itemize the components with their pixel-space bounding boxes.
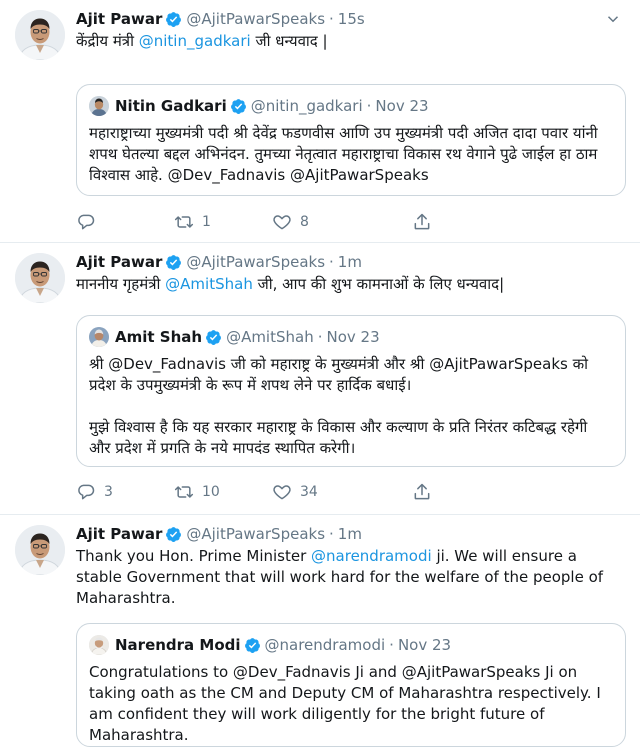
quoted-avatar [89,635,109,655]
separator-dot: · [329,525,334,543]
avatar[interactable] [15,253,65,303]
share-button[interactable] [412,212,442,232]
tweet-item[interactable]: Ajit Pawar @AjitPawarSpeaks · 1m Thank y… [0,515,640,752]
like-button[interactable]: 34 [272,482,370,502]
verified-badge-icon [165,11,182,28]
quoted-paragraph: श्री @Dev_Fadnavis जी को महाराष्ट्र के म… [89,355,589,394]
tweet-header: Ajit Pawar @AjitPawarSpeaks · 1m [76,523,626,545]
quoted-tweet[interactable]: Narendra Modi @narendramodi · Nov 23 Con… [76,623,626,747]
like-button[interactable]: 8 [272,212,370,232]
quoted-avatar [89,96,109,116]
heart-icon [272,212,292,232]
like-count: 8 [300,214,309,230]
tweet-text-part: माननीय गृहमंत्री [76,275,166,293]
quoted-author-name: Nitin Gadkari [115,97,227,115]
quoted-author-name: Narendra Modi [115,636,241,654]
mention-link[interactable]: @AmitShah [165,275,253,293]
separator-dot: · [389,636,394,654]
verified-badge-icon [244,637,261,654]
tweet-body: Ajit Pawar @AjitPawarSpeaks · 15s केंद्र… [76,8,626,52]
quoted-paragraph: मुझे विश्वास है कि यह सरकार महाराष्ट्र क… [89,418,588,457]
quoted-avatar [89,327,109,347]
quoted-date: Nov 23 [375,97,429,115]
reply-count: 3 [104,484,113,500]
quoted-tweet-header: Narendra Modi @narendramodi · Nov 23 [89,634,613,656]
author-handle[interactable]: @AjitPawarSpeaks [186,253,325,271]
quoted-tweet-header: Amit Shah @AmitShah · Nov 23 [89,326,613,348]
author-name[interactable]: Ajit Pawar [76,253,162,271]
reply-button[interactable]: 3 [76,482,174,502]
share-icon [412,482,432,502]
tweet-timestamp[interactable]: 1m [338,253,362,271]
quoted-paragraph: Congratulations to @Dev_Fadnavis Ji and … [89,663,601,744]
quoted-date: Nov 23 [326,328,380,346]
quoted-paragraph: महाराष्ट्राच्या मुख्यमंत्री पदी श्री देव… [89,124,598,184]
tweet-actions: 1 8 [76,210,546,234]
retweet-icon [174,212,194,232]
reply-icon [76,482,96,502]
tweet-timestamp[interactable]: 1m [338,525,362,543]
chevron-down-icon[interactable] [604,10,622,28]
tweet-text-part: Thank you Hon. Prime Minister [76,547,312,565]
quoted-author-handle: @nitin_gadkari [250,97,363,115]
quoted-author-handle: @narendramodi [264,636,386,654]
quoted-tweet-text: श्री @Dev_Fadnavis जी को महाराष्ट्र के म… [89,354,613,459]
tweet-text: Thank you Hon. Prime Minister @narendram… [76,546,626,609]
tweet-timestamp[interactable]: 15s [338,10,365,28]
tweet-item[interactable]: Ajit Pawar @AjitPawarSpeaks · 1m माननीय … [0,243,640,515]
author-handle[interactable]: @AjitPawarSpeaks [186,10,325,28]
tweet-text-part: केंद्रीय मंत्री [76,32,139,50]
author-name[interactable]: Ajit Pawar [76,525,162,543]
mention-link[interactable]: @nitin_gadkari [139,32,251,50]
quoted-author-handle: @AmitShah [226,328,314,346]
quoted-tweet-text: महाराष्ट्राच्या मुख्यमंत्री पदी श्री देव… [89,123,613,186]
separator-dot: · [317,328,323,346]
author-name[interactable]: Ajit Pawar [76,10,162,28]
retweet-icon [174,482,194,502]
verified-badge-icon [165,526,182,543]
like-count: 34 [300,484,318,500]
quoted-author-name: Amit Shah [115,328,203,346]
tweet-item[interactable]: Ajit Pawar @AjitPawarSpeaks · 15s केंद्र… [0,0,640,243]
heart-icon [272,482,292,502]
tweet-body: Ajit Pawar @AjitPawarSpeaks · 1m Thank y… [76,523,626,609]
tweet-body: Ajit Pawar @AjitPawarSpeaks · 1m माननीय … [76,251,626,295]
reply-icon [76,212,96,232]
tweet-text: माननीय गृहमंत्री @AmitShah जी, आप की शुभ… [76,274,626,295]
tweet-actions: 3 10 34 [76,480,546,504]
tweet-text: केंद्रीय मंत्री @nitin_gadkari जी धन्यवा… [76,31,626,52]
avatar[interactable] [15,10,65,60]
mention-link[interactable]: @narendramodi [311,547,432,565]
retweet-count: 10 [202,484,220,500]
avatar[interactable] [15,525,65,575]
retweet-button[interactable]: 1 [174,212,272,232]
quoted-date: Nov 23 [397,636,452,654]
quoted-tweet[interactable]: Nitin Gadkari @nitin_gadkari · Nov 23 मह… [76,84,626,196]
verified-badge-icon [165,254,182,271]
share-button[interactable] [412,482,442,502]
separator-dot: · [329,253,334,271]
quoted-tweet-header: Nitin Gadkari @nitin_gadkari · Nov 23 [89,95,613,117]
separator-dot: · [329,10,334,28]
separator-dot: · [366,97,372,115]
author-handle[interactable]: @AjitPawarSpeaks [186,525,325,543]
retweet-count: 1 [202,214,211,230]
tweet-header: Ajit Pawar @AjitPawarSpeaks · 15s [76,8,626,30]
tweet-feed: Ajit Pawar @AjitPawarSpeaks · 15s केंद्र… [0,0,640,752]
verified-badge-icon [230,98,247,115]
verified-badge-icon [205,329,222,346]
quoted-tweet[interactable]: Amit Shah @AmitShah · Nov 23 श्री @Dev_F… [76,315,626,467]
tweet-header: Ajit Pawar @AjitPawarSpeaks · 1m [76,251,626,273]
quoted-tweet-text: Congratulations to @Dev_Fadnavis Ji and … [89,662,613,746]
retweet-button[interactable]: 10 [174,482,272,502]
reply-button[interactable] [76,212,174,232]
tweet-text-part: जी, आप की शुभ कामनाओं के लिए धन्यवाद| [252,275,505,293]
tweet-text-part: जी धन्यवाद | [250,32,328,50]
share-icon [412,212,432,232]
